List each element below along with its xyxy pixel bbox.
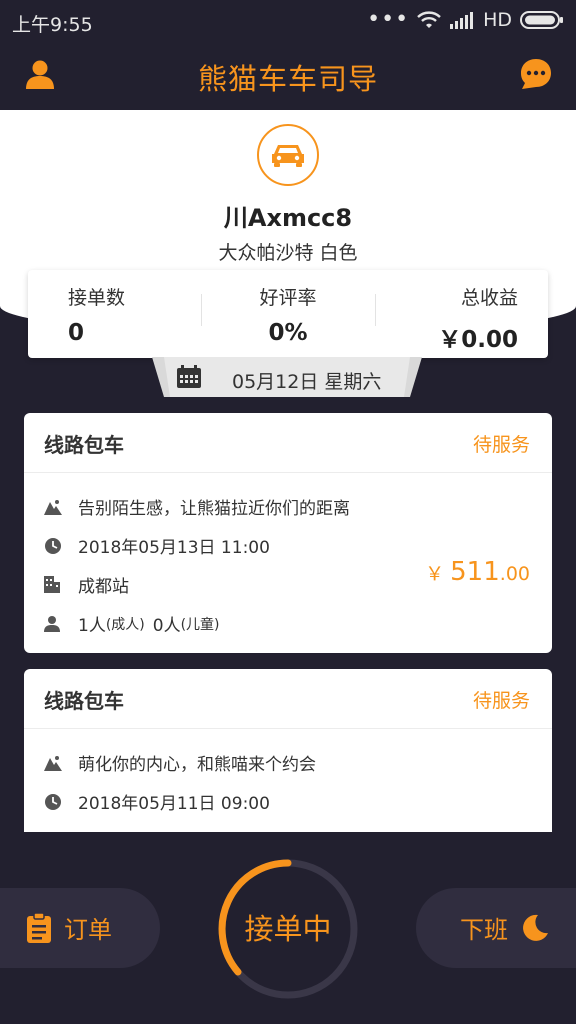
messages-button[interactable] [518, 56, 554, 92]
mountain-icon [44, 499, 62, 515]
clock-icon [45, 537, 61, 554]
clipboard-icon [27, 911, 51, 943]
order-card-body: 萌化你的内心，和熊喵来个约会 2018年05月11日 09:00 [24, 729, 552, 832]
person-icon [44, 616, 60, 632]
clock-icon [45, 793, 61, 810]
stat-value: ￥0.00 [438, 327, 518, 353]
adult-count: 1人 [78, 616, 106, 636]
adult-note: (成人) [105, 616, 145, 633]
stat-value: 0 [68, 320, 85, 346]
orders-button[interactable]: 订单 [0, 888, 160, 968]
off-work-label: 下班 [460, 916, 508, 944]
order-status: 待服务 [472, 434, 530, 456]
app-header: 熊猫车车司导 [0, 42, 576, 110]
moon-icon [523, 914, 548, 941]
more-dots-icon: ••• [367, 7, 410, 32]
stat-value: 0% [268, 320, 308, 346]
app-title: 熊猫车车司导 [197, 62, 378, 96]
order-time: 2018年05月11日 09:00 [78, 794, 270, 814]
order-status: 待服务 [472, 690, 530, 712]
accepting-orders-label[interactable]: 接单中 [215, 906, 361, 948]
order-route: 告别陌生感，让熊猫拉近你们的距离 [78, 499, 350, 519]
order-card-header: 线路包车 待服务 [24, 413, 552, 473]
order-card[interactable]: 线路包车 待服务 告别陌生感，让熊猫拉近你们的距离 2018年05月13日 11… [24, 413, 552, 653]
stat-label: 接单数 [68, 287, 126, 309]
order-price: ￥ 511.00 [425, 557, 530, 587]
order-route-row: 萌化你的内心，和熊喵来个约会 [44, 743, 532, 782]
status-bar: 上午9:55 ••• HD [0, 0, 576, 42]
child-count: 0人 [152, 616, 181, 636]
order-time-row: 2018年05月11日 09:00 [44, 782, 532, 821]
network-type: HD [483, 9, 512, 31]
order-type: 线路包车 [44, 689, 124, 713]
order-station-row [44, 821, 532, 832]
car-icon [272, 145, 304, 167]
price-currency: ￥ [425, 563, 445, 585]
order-list[interactable]: 线路包车 待服务 告别陌生感，让熊猫拉近你们的距离 2018年05月13日 11… [24, 413, 552, 832]
order-card[interactable]: 线路包车 待服务 萌化你的内心，和熊喵来个约会 2018年05月11日 09:0… [24, 669, 552, 832]
stat-earnings: 总收益 ￥0.00 [374, 270, 548, 358]
mountain-icon [44, 755, 62, 771]
order-card-header: 线路包车 待服务 [24, 669, 552, 729]
order-card-body: 告别陌生感，让熊猫拉近你们的距离 2018年05月13日 11:00 成都站 1… [24, 473, 552, 653]
price-decimal: .00 [499, 563, 530, 585]
license-plate: 川Axmcc8 [223, 204, 353, 232]
stat-label: 好评率 [259, 287, 317, 309]
stat-rating: 好评率 0% [201, 270, 374, 358]
order-time: 2018年05月13日 11:00 [78, 538, 270, 558]
date-label: 05月12日 星期六 [232, 371, 382, 393]
price-integer: 511 [450, 557, 500, 587]
stats-card: 接单数 0 好评率 0% 总收益 ￥0.00 [28, 270, 548, 358]
status-time: 上午9:55 [12, 14, 93, 36]
stat-orders: 接单数 0 [28, 270, 201, 358]
off-work-button[interactable]: 下班 [416, 888, 576, 968]
chat-bubble-icon [521, 59, 551, 89]
calendar-icon [177, 365, 201, 388]
car-avatar [257, 124, 319, 186]
order-station: 成都站 [78, 577, 129, 597]
wifi-icon [417, 11, 441, 28]
signal-icon [450, 12, 474, 29]
order-route: 萌化你的内心，和熊喵来个约会 [78, 755, 316, 775]
stat-label: 总收益 [460, 287, 518, 309]
order-route-row: 告别陌生感，让熊猫拉近你们的距离 [44, 487, 532, 526]
order-passengers-row: 1人 (成人) 0人 (儿童) [44, 604, 532, 643]
date-selector[interactable]: 05月12日 星期六 [152, 357, 422, 397]
order-type: 线路包车 [44, 433, 124, 457]
child-note: (儿童) [180, 616, 220, 633]
building-icon [44, 576, 60, 593]
orders-label: 订单 [64, 916, 112, 944]
car-model: 大众帕沙特 白色 [218, 242, 358, 264]
battery-icon [520, 11, 563, 29]
